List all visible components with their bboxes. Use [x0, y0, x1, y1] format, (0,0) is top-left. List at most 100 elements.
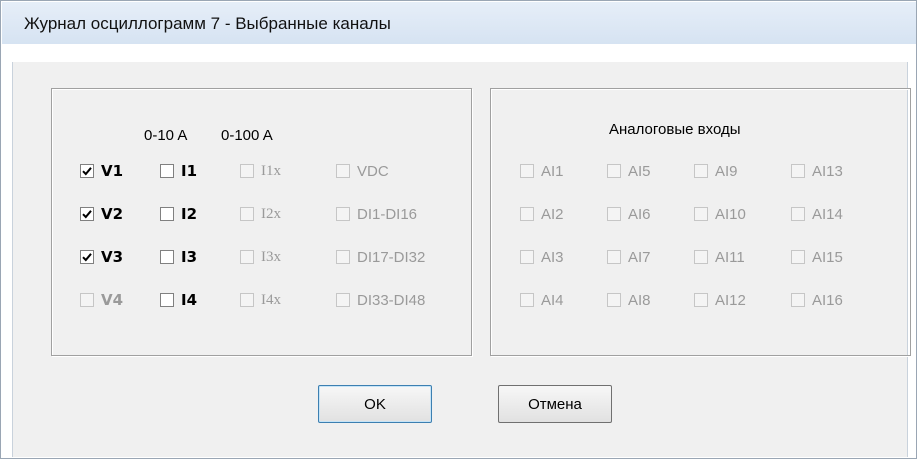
checkbox-ai6: AI6 — [607, 203, 651, 225]
checkbox-v3[interactable]: V3 — [80, 246, 123, 268]
checkbox-box — [694, 250, 708, 264]
checkbox-di33-di48: DI33-DI48 — [336, 289, 425, 311]
checkbox-box — [520, 207, 534, 221]
checkbox-label: AI3 — [541, 248, 564, 266]
checkbox-ai11: AI11 — [694, 246, 745, 268]
checkbox-i2[interactable]: I2 — [160, 203, 197, 225]
checkbox-label: AI13 — [812, 162, 843, 180]
checkbox-ai3: AI3 — [520, 246, 564, 268]
checkmark-icon[interactable] — [80, 250, 94, 264]
checkbox-label: I3x — [261, 248, 281, 265]
checkbox-box — [240, 293, 254, 307]
ok-button[interactable]: OK — [318, 385, 432, 423]
checkbox-ai7: AI7 — [607, 246, 651, 268]
checkbox-label: VDC — [357, 162, 389, 180]
checkbox-box — [520, 293, 534, 307]
checkbox-box[interactable] — [160, 164, 174, 178]
checkbox-label: AI2 — [541, 205, 564, 223]
checkbox-i3x: I3x — [240, 246, 281, 268]
checkbox-box[interactable] — [160, 250, 174, 264]
checkbox-ai14: AI14 — [791, 203, 843, 225]
checkbox-i4[interactable]: I4 — [160, 289, 197, 311]
checkbox-di1-di16: DI1-DI16 — [336, 203, 417, 225]
checkbox-box — [336, 207, 350, 221]
checkbox-ai12: AI12 — [694, 289, 746, 311]
checkbox-box — [791, 293, 805, 307]
checkbox-label: AI8 — [628, 291, 651, 309]
checkbox-ai5: AI5 — [607, 160, 651, 182]
checkbox-box — [607, 293, 621, 307]
checkbox-i4x: I4x — [240, 289, 281, 311]
checkbox-label: AI15 — [812, 248, 843, 266]
checkmark-icon[interactable] — [80, 164, 94, 178]
checkbox-di17-di32: DI17-DI32 — [336, 246, 425, 268]
checkbox-label: AI12 — [715, 291, 746, 309]
cancel-button[interactable]: Отмена — [498, 385, 612, 423]
header-0-10a: 0-10 A — [144, 127, 188, 144]
checkbox-box — [607, 164, 621, 178]
checkbox-box — [607, 250, 621, 264]
header-0-100a: 0-100 A — [221, 127, 273, 144]
checkbox-label: I1 — [181, 162, 198, 180]
checkbox-box[interactable] — [160, 207, 174, 221]
checkbox-box — [791, 250, 805, 264]
checkbox-ai10: AI10 — [694, 203, 746, 225]
checkbox-vdc: VDC — [336, 160, 389, 182]
checkbox-box — [607, 207, 621, 221]
checkbox-i2x: I2x — [240, 203, 281, 225]
checkbox-box — [240, 250, 254, 264]
checkbox-label: DI17-DI32 — [357, 248, 426, 266]
checkbox-label: I2x — [261, 205, 281, 222]
checkbox-label: V3 — [101, 248, 124, 266]
checkbox-box — [240, 207, 254, 221]
analog-inputs-title: Аналоговые входы — [609, 121, 741, 138]
checkbox-v2[interactable]: V2 — [80, 203, 123, 225]
checkbox-box — [791, 164, 805, 178]
checkbox-label: AI16 — [812, 291, 843, 309]
checkbox-box[interactable] — [160, 293, 174, 307]
checkbox-i3[interactable]: I3 — [160, 246, 197, 268]
checkbox-ai9: AI9 — [694, 160, 738, 182]
checkbox-label: AI10 — [715, 205, 746, 223]
checkbox-box — [694, 293, 708, 307]
checkbox-box — [240, 164, 254, 178]
checkbox-ai15: AI15 — [791, 246, 843, 268]
checkbox-ai4: AI4 — [520, 289, 564, 311]
checkbox-label: AI5 — [628, 162, 651, 180]
checkbox-v1[interactable]: V1 — [80, 160, 123, 182]
checkbox-v4: V4 — [80, 289, 123, 311]
checkbox-box — [694, 164, 708, 178]
checkbox-label: I1x — [261, 162, 281, 179]
checkbox-label: AI9 — [715, 162, 738, 180]
checkbox-ai13: AI13 — [791, 160, 843, 182]
title-bar[interactable]: Журнал осциллограмм 7 - Выбранные каналы — [2, 2, 916, 44]
checkbox-label: AI11 — [715, 248, 745, 266]
checkbox-box — [336, 250, 350, 264]
checkbox-label: V2 — [101, 205, 124, 223]
checkbox-box — [520, 250, 534, 264]
checkbox-label: DI1-DI16 — [357, 205, 418, 223]
window-title: Журнал осциллограмм 7 - Выбранные каналы — [24, 14, 391, 33]
checkbox-ai8: AI8 — [607, 289, 651, 311]
checkbox-label: I4 — [181, 291, 198, 309]
checkbox-label: AI7 — [628, 248, 651, 266]
checkbox-box — [336, 164, 350, 178]
checkmark-icon[interactable] — [80, 207, 94, 221]
checkbox-label: AI1 — [541, 162, 564, 180]
checkbox-label: AI14 — [812, 205, 843, 223]
checkbox-label: I3 — [181, 248, 198, 266]
checkbox-box — [80, 293, 94, 307]
checkbox-box — [336, 293, 350, 307]
checkbox-box — [791, 207, 805, 221]
checkbox-label: AI6 — [628, 205, 651, 223]
checkbox-box — [520, 164, 534, 178]
checkbox-ai1: AI1 — [520, 160, 564, 182]
checkbox-label: AI4 — [541, 291, 564, 309]
checkbox-ai2: AI2 — [520, 203, 564, 225]
checkbox-label: V4 — [101, 291, 124, 309]
checkbox-i1[interactable]: I1 — [160, 160, 197, 182]
checkbox-label: DI33-DI48 — [357, 291, 426, 309]
checkbox-label: V1 — [101, 162, 124, 180]
checkbox-label: I4x — [261, 291, 281, 308]
checkbox-i1x: I1x — [240, 160, 281, 182]
